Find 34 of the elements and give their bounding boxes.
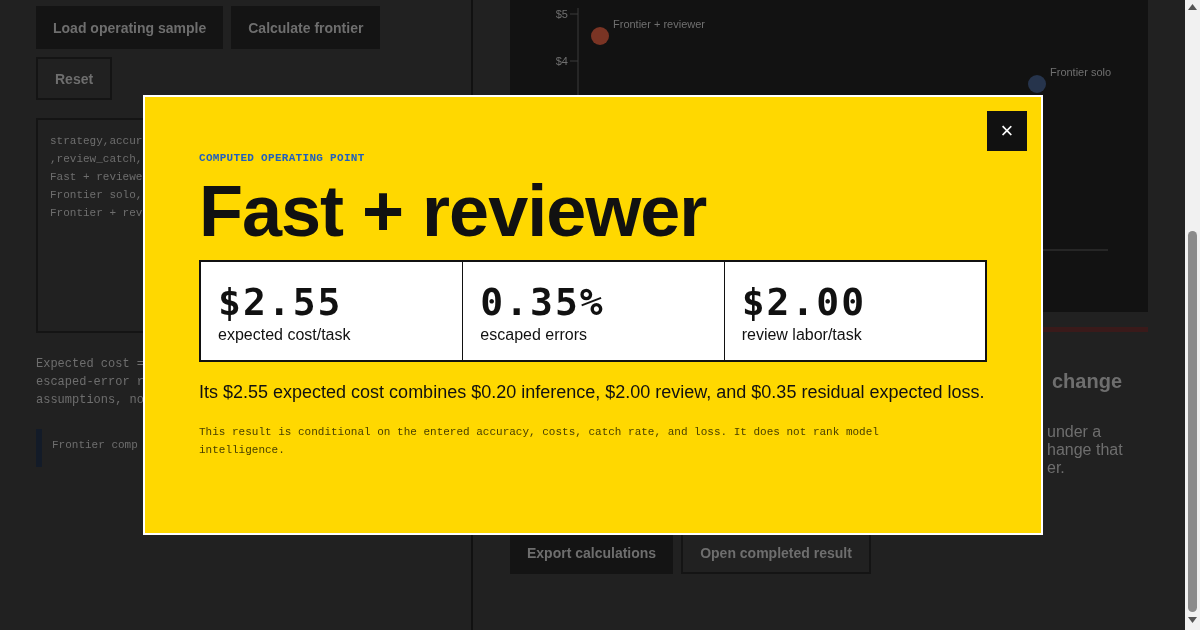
section-text-line: er.	[1047, 459, 1065, 477]
metric-value: 0.35%	[480, 280, 606, 324]
scroll-up-icon[interactable]	[1188, 4, 1197, 10]
section-heading: change	[1052, 370, 1123, 393]
disclaimer-note: This result is conditional on the entered accuracy, costs, catch rate, and loss. It does not rank model intelligence.	[199, 425, 880, 458]
dialog-kicker: COMPUTED OPERATING POINT	[199, 152, 366, 164]
action-button[interactable]: Load operating sample	[36, 6, 224, 49]
scrollbar[interactable]	[1185, 0, 1200, 630]
axis-tick-label: $4	[555, 55, 568, 67]
section-text-line: hange that	[1047, 441, 1123, 459]
csv-line: strategy,accur	[50, 134, 143, 149]
method-note-line: assumptions, no	[36, 392, 145, 409]
method-note-line: Expected cost =	[36, 356, 145, 373]
close-button[interactable]: ×	[987, 111, 1027, 151]
method-note-line: escaped-error r	[36, 374, 145, 391]
point-label: Frontier + reviewer	[613, 18, 705, 30]
scroll-down-icon[interactable]	[1188, 617, 1197, 623]
csv-line: Frontier solo,	[50, 188, 143, 203]
action-button[interactable]: Calculate frontier	[231, 6, 381, 49]
metric-label: escaped errors	[480, 326, 589, 344]
point-label: Frontier solo	[1050, 66, 1112, 78]
dialog-title: Fast + reviewer	[199, 170, 708, 252]
scrollbar-thumb[interactable]	[1188, 231, 1197, 612]
metric-label: review labor/task	[741, 326, 863, 344]
metric-value: $2.00	[741, 280, 868, 324]
action-button[interactable]: Reset	[36, 57, 113, 100]
result-summary: Its $2.55 expected cost combines $0.20 inference, $2.00 review, and $0.35 residual expected loss.	[199, 382, 986, 403]
csv-line: Fast + reviewe	[50, 170, 143, 185]
csv-line: ,review_catch,	[50, 152, 143, 167]
section-text-line: under a	[1047, 423, 1102, 441]
metric-label: expected cost/task	[218, 326, 352, 344]
axis-tick-label: $5	[555, 8, 568, 20]
csv-line: Frontier + rev	[50, 206, 143, 221]
metric-value: $2.55	[218, 280, 344, 324]
